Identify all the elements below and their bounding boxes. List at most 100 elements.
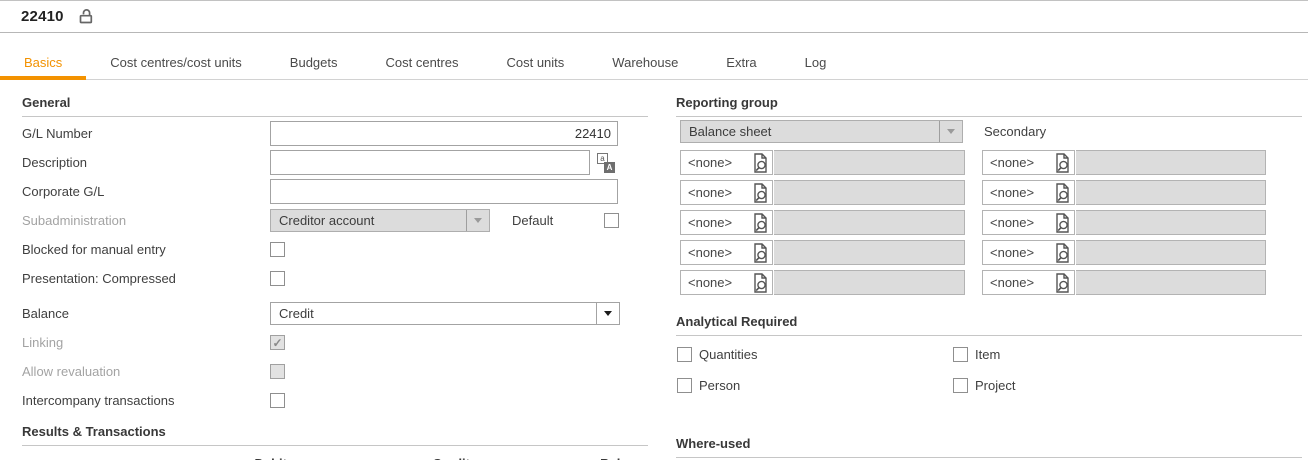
row-linking: Linking xyxy=(22,328,648,357)
person-label: Person xyxy=(699,378,740,393)
chevron-down-icon[interactable] xyxy=(596,303,619,324)
lookup-none-button[interactable]: <none> xyxy=(680,270,773,295)
option-project: Project xyxy=(953,378,1302,393)
person-checkbox[interactable] xyxy=(677,378,692,393)
results-table-header: Debit Credit Balance xyxy=(22,456,648,460)
row-corporate-gl: Corporate G/L xyxy=(22,177,648,206)
intercompany-label: Intercompany transactions xyxy=(22,393,270,408)
option-quantities: Quantities xyxy=(677,347,953,362)
document-search-icon[interactable] xyxy=(752,243,769,263)
lookup-value-field xyxy=(774,180,965,205)
balance-select[interactable]: Credit xyxy=(270,302,620,325)
document-search-icon[interactable] xyxy=(752,213,769,233)
reporting-group-lookup-row: <none> xyxy=(680,150,965,175)
section-results-transactions: Results & Transactions xyxy=(22,424,648,446)
intercompany-checkbox[interactable] xyxy=(270,393,285,408)
row-description: Description a A xyxy=(22,148,648,177)
project-label: Project xyxy=(975,378,1015,393)
tab-basics[interactable]: Basics xyxy=(0,48,86,80)
presentation-label: Presentation: Compressed xyxy=(22,271,270,286)
subadministration-label: Subadministration xyxy=(22,213,270,228)
description-field[interactable] xyxy=(270,150,590,175)
row-balance: Balance Credit xyxy=(22,299,648,328)
document-search-icon[interactable] xyxy=(752,183,769,203)
gl-number-field[interactable] xyxy=(270,121,618,146)
reporting-group-lookup-row: <none> xyxy=(680,210,965,235)
tab-log[interactable]: Log xyxy=(781,48,851,80)
reporting-group-lookup-row: <none> xyxy=(680,270,965,295)
translate-icon[interactable]: a A xyxy=(596,153,616,173)
analytical-options: Quantities Item Person Project xyxy=(676,347,1302,393)
row-presentation: Presentation: Compressed xyxy=(22,264,648,293)
lookup-value-field xyxy=(774,150,965,175)
reporting-group-lookup-row: <none> xyxy=(982,270,1266,295)
tab-cost-centres[interactable]: Cost centres xyxy=(362,48,483,80)
section-general: General xyxy=(22,95,648,117)
document-search-icon[interactable] xyxy=(1054,273,1071,293)
reporting-group-primary-select: Balance sheet xyxy=(680,120,963,143)
option-person: Person xyxy=(677,378,953,393)
general-form: G/L Number Description a A Corporate G/L xyxy=(22,119,648,415)
page-title: 22410 xyxy=(21,8,64,25)
description-label: Description xyxy=(22,155,270,170)
document-search-icon[interactable] xyxy=(752,153,769,173)
reporting-group-lookup-row: <none> xyxy=(982,210,1266,235)
section-analytical-required: Analytical Required xyxy=(676,314,1302,336)
linking-label: Linking xyxy=(22,335,270,350)
row-intercompany: Intercompany transactions xyxy=(22,386,648,415)
document-search-icon[interactable] xyxy=(1054,183,1071,203)
lookup-none-button[interactable]: <none> xyxy=(982,180,1075,205)
default-checkbox[interactable] xyxy=(604,213,619,228)
presentation-checkbox[interactable] xyxy=(270,271,285,286)
column-header-debit: Debit xyxy=(22,456,287,460)
lookup-value-field xyxy=(774,270,965,295)
document-search-icon[interactable] xyxy=(1054,243,1071,263)
allow-revaluation-checkbox xyxy=(270,364,285,379)
lookup-none-button[interactable]: <none> xyxy=(982,240,1075,265)
linking-checkbox xyxy=(270,335,285,350)
lookup-none-button[interactable]: <none> xyxy=(680,180,773,205)
lookup-value-field xyxy=(1076,270,1266,295)
tab-budgets[interactable]: Budgets xyxy=(266,48,362,80)
reporting-group-lookup-row: <none> xyxy=(680,180,965,205)
tab-cost-centres-cost-units[interactable]: Cost centres/cost units xyxy=(86,48,266,80)
reporting-group-lookup-row: <none> xyxy=(982,180,1266,205)
lookup-value-field xyxy=(1076,150,1266,175)
reporting-group-rows: <none> <none> <none> xyxy=(676,145,1302,295)
row-allow-revaluation: Allow revaluation xyxy=(22,357,648,386)
lookup-value-field xyxy=(774,210,965,235)
tab-bar: Basics Cost centres/cost units Budgets C… xyxy=(0,48,1308,80)
document-search-icon[interactable] xyxy=(1054,213,1071,233)
option-item: Item xyxy=(953,347,1302,362)
reporting-group-lookup-row: <none> xyxy=(982,240,1266,265)
row-subadministration: Subadministration Creditor account Defau… xyxy=(22,206,648,235)
blocked-checkbox[interactable] xyxy=(270,242,285,257)
subadministration-select: Creditor account xyxy=(270,209,490,232)
balance-label: Balance xyxy=(22,306,270,321)
section-where-used: Where-used xyxy=(676,436,1302,458)
lookup-none-button[interactable]: <none> xyxy=(680,210,773,235)
unlock-icon[interactable] xyxy=(78,8,95,25)
title-bar: 22410 xyxy=(0,0,1308,33)
gl-number-label: G/L Number xyxy=(22,126,270,141)
section-reporting-group: Reporting group xyxy=(676,95,1302,117)
chevron-down-icon xyxy=(939,121,962,142)
lookup-none-button[interactable]: <none> xyxy=(680,150,773,175)
lookup-value-field xyxy=(1076,210,1266,235)
quantities-checkbox[interactable] xyxy=(677,347,692,362)
tab-extra[interactable]: Extra xyxy=(702,48,780,80)
project-checkbox[interactable] xyxy=(953,378,968,393)
column-header-balance: Balance xyxy=(470,456,650,460)
item-checkbox[interactable] xyxy=(953,347,968,362)
lookup-none-button[interactable]: <none> xyxy=(982,150,1075,175)
reporting-group-lookup-row: <none> xyxy=(982,150,1266,175)
lookup-none-button[interactable]: <none> xyxy=(680,240,773,265)
tab-warehouse[interactable]: Warehouse xyxy=(588,48,702,80)
document-search-icon[interactable] xyxy=(1054,153,1071,173)
document-search-icon[interactable] xyxy=(752,273,769,293)
lookup-none-button[interactable]: <none> xyxy=(982,210,1075,235)
corporate-gl-field[interactable] xyxy=(270,179,618,204)
tab-cost-units[interactable]: Cost units xyxy=(482,48,588,80)
row-blocked: Blocked for manual entry xyxy=(22,235,648,264)
lookup-none-button[interactable]: <none> xyxy=(982,270,1075,295)
